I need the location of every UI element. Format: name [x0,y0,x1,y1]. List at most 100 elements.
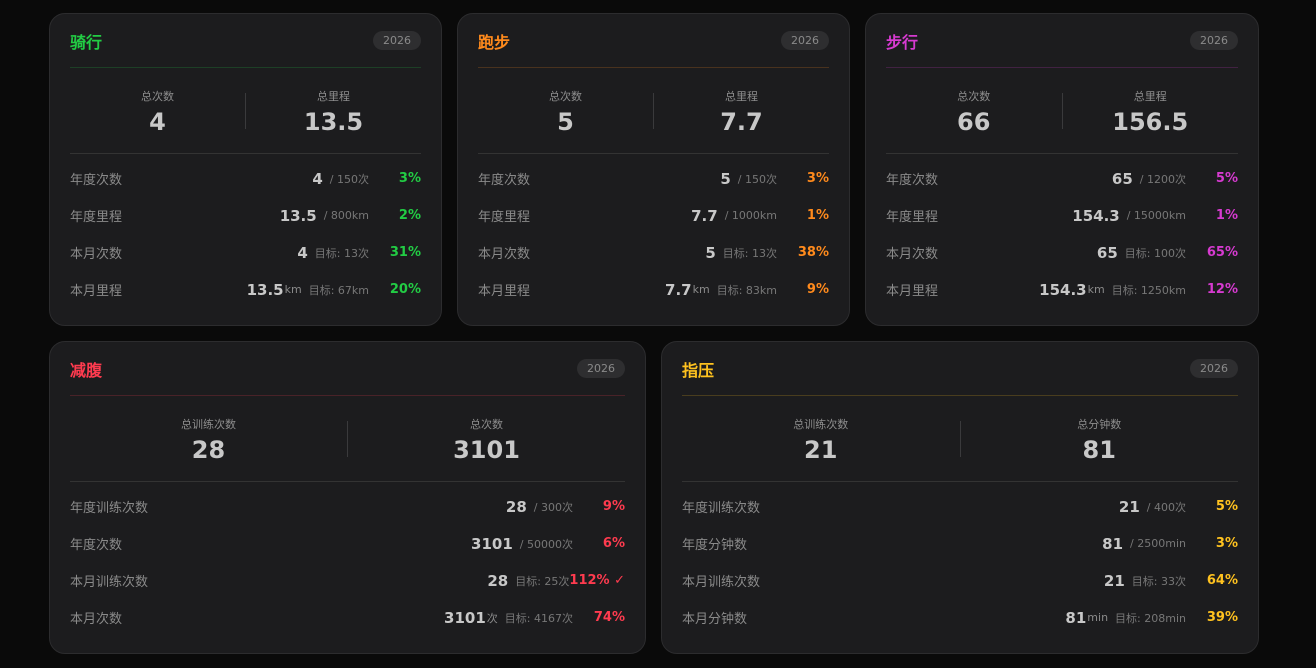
year-badge[interactable]: 2026 [577,359,625,378]
progress-row: 本月里程 7.7 km 目标: 83km 9% [478,271,829,308]
summary-stats: 总次数 5 总里程 7.7 [478,68,829,154]
row-value: 65 [1096,243,1118,262]
progress-rows: 年度次数 4 / 150次 3% 年度里程 13.5 / 800km 2% 本月… [70,154,421,308]
summary-value: 4 [149,107,166,136]
row-value: 154.3 [1039,280,1087,299]
row-percent: 20% [389,282,421,297]
summary-label: 总次数 [957,89,991,103]
summary-label: 总里程 [317,89,350,103]
row-target: 目标: 4167次 [504,611,573,625]
progress-row: 年度次数 3101 / 50000次 6% [70,525,625,562]
progress-row: 本月分钟数 81 min 目标: 208min 39% [682,599,1238,636]
row-percent: 65% [1206,245,1238,260]
summary-label: 总次数 [141,89,174,103]
summary-stat-secondary: 总分钟数 81 [961,414,1239,464]
progress-row: 年度里程 154.3 / 15000km 1% [886,197,1238,234]
row-value: 3101 [444,608,486,627]
row-unit: km [1087,283,1105,296]
row-percent: 6% [602,536,625,551]
row-unit: km [692,283,710,296]
crunches-card: 减腹 2026 总训练次数 28 总次数 3101 年度训练次数 28 / 30… [49,341,646,654]
row-label: 本月次数 [886,247,939,262]
summary-value: 28 [191,435,226,464]
summary-label: 总训练次数 [793,417,849,431]
row-label: 本月次数 [478,247,531,262]
progress-rows: 年度训练次数 28 / 300次 9% 年度次数 3101 / 50000次 6… [70,482,625,636]
row-percent: 3% [806,171,829,186]
summary-stat-primary: 总次数 66 [886,86,1062,136]
summary-stat-secondary: 总里程 156.5 [1063,86,1239,136]
progress-row: 本月次数 5 目标: 13次 38% [478,234,829,271]
row-value: 13.5 [246,280,284,299]
row-label: 年度次数 [70,173,123,188]
progress-row: 本月里程 154.3 km 目标: 1250km 12% [886,271,1238,308]
summary-stat-primary: 总次数 5 [478,86,653,136]
summary-stat-secondary: 总里程 13.5 [246,86,421,136]
summary-stat-primary: 总训练次数 21 [682,414,960,464]
year-badge[interactable]: 2026 [373,31,421,50]
summary-value: 81 [1082,435,1116,464]
summary-value: 13.5 [303,107,364,136]
progress-rows: 年度次数 5 / 150次 3% 年度里程 7.7 / 1000km 1% 本月… [478,154,829,308]
row-target: / 150次 [329,172,369,186]
summary-stats: 总次数 66 总里程 156.5 [886,68,1238,154]
row-value: 65 [1111,169,1133,188]
row-target: / 1200次 [1139,172,1186,186]
summary-stat-primary: 总次数 4 [70,86,245,136]
progress-row: 年度训练次数 28 / 300次 9% [70,488,625,525]
card-header: 步行 2026 [886,14,1238,68]
row-value: 5 [720,169,731,188]
row-target: 目标: 67km [308,283,369,297]
row-label: 本月训练次数 [682,575,761,590]
row-percent: 9% [602,499,625,514]
row-label: 本月次数 [70,612,123,627]
row-label: 本月分钟数 [682,612,748,627]
summary-stats: 总训练次数 21 总分钟数 81 [682,396,1238,482]
year-badge[interactable]: 2026 [1190,359,1238,378]
row-percent: 12% [1206,282,1238,297]
progress-row: 年度里程 7.7 / 1000km 1% [478,197,829,234]
acupressure-card: 指压 2026 总训练次数 21 总分钟数 81 年度训练次数 21 / 400… [661,341,1259,654]
row-percent: 1% [806,208,829,223]
card-title: 跑步 [478,32,511,52]
year-badge[interactable]: 2026 [781,31,829,50]
summary-label: 总里程 [1133,89,1167,103]
summary-stats: 总训练次数 28 总次数 3101 [70,396,625,482]
row-value: 21 [1118,497,1140,516]
row-target: / 1000km [724,209,777,222]
summary-stats: 总次数 4 总里程 13.5 [70,68,421,154]
row-target: / 50000次 [519,537,573,551]
progress-row: 本月训练次数 21 目标: 33次 64% [682,562,1238,599]
summary-value: 3101 [453,435,520,464]
row-label: 本月训练次数 [70,575,149,590]
row-target: 目标: 13次 [722,246,777,260]
summary-value: 7.7 [720,107,763,136]
progress-rows: 年度次数 65 / 1200次 5% 年度里程 154.3 / 15000km … [886,154,1238,308]
row-label: 年度次数 [70,538,123,553]
row-target: 目标: 100次 [1124,246,1186,260]
row-target: / 15000km [1126,209,1186,222]
year-badge[interactable]: 2026 [1190,31,1238,50]
row-percent: 31% [389,245,421,260]
summary-stat-secondary: 总次数 3101 [348,414,625,464]
row-target: 目标: 25次 [515,574,570,588]
row-label: 年度训练次数 [682,501,761,516]
row-value: 5 [705,243,716,262]
row-percent: 38% [797,245,829,260]
summary-label: 总次数 [549,89,582,103]
summary-value: 21 [804,435,838,464]
row-percent: 9% [806,282,829,297]
card-title: 减腹 [70,360,103,380]
row-label: 本月次数 [70,247,123,262]
row-percent: 3% [1215,536,1238,551]
row-label: 本月里程 [886,284,939,299]
summary-label: 总分钟数 [1077,417,1122,431]
row-value: 4 [297,243,308,262]
row-label: 年度里程 [478,210,531,225]
row-value: 13.5 [279,206,317,225]
progress-row: 年度次数 4 / 150次 3% [70,160,421,197]
row-label: 本月里程 [478,284,531,299]
row-value: 3101 [471,534,513,553]
card-header: 骑行 2026 [70,14,421,68]
row-percent: 3% [398,171,421,186]
